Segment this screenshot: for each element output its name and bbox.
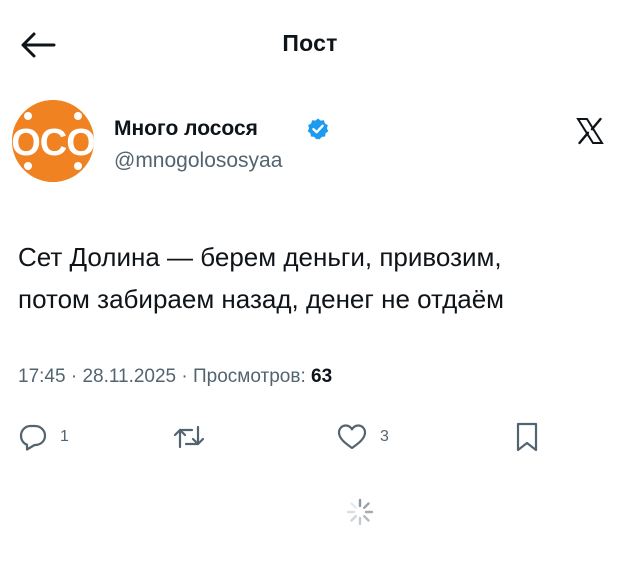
author-handle[interactable]: @mnogolososyaa	[114, 149, 282, 173]
page-title: Пост	[282, 30, 338, 56]
retweet-icon	[173, 425, 205, 449]
bookmark-button[interactable]	[514, 421, 540, 453]
views-label: Просмотров:	[193, 366, 306, 387]
action-bar: 1 3	[0, 418, 620, 458]
meta-separator: ·	[176, 366, 194, 387]
tweet-line: Сет Долина — берем деньги, привозим,	[18, 242, 502, 272]
loading-spinner-icon	[346, 498, 374, 526]
avatar-logo: OCO	[12, 100, 94, 182]
retweet-button[interactable]	[172, 422, 206, 452]
avatar-text: OCO	[12, 122, 94, 164]
heart-icon	[337, 424, 367, 450]
meta-separator: ·	[65, 366, 83, 387]
tweet-text: Сет Долина — берем деньги, привозим, пот…	[18, 236, 618, 320]
x-logo-icon[interactable]	[575, 116, 605, 146]
tweet-line: потом забираем назад, денег не отдаём	[18, 284, 505, 314]
post-page: Пост OCO Много лосося @mnogolososyaa Сет…	[0, 0, 620, 573]
bookmark-icon	[516, 422, 538, 452]
reply-count: 1	[60, 428, 69, 445]
tweet-time[interactable]: 17:45	[18, 366, 66, 387]
views-count[interactable]: 63	[311, 366, 332, 387]
like-button[interactable]: 3	[336, 422, 389, 452]
reply-button[interactable]: 1	[18, 422, 69, 452]
like-count: 3	[380, 428, 389, 445]
avatar[interactable]: OCO	[12, 100, 94, 182]
tweet-date[interactable]: 28.11.2025	[82, 366, 176, 387]
verified-badge-icon	[307, 118, 329, 140]
tweet-meta: 17:45 · 28.11.2025 · Просмотров: 63	[18, 366, 332, 388]
header: Пост	[0, 0, 620, 90]
reply-icon	[19, 424, 47, 451]
author-name[interactable]: Много лосося	[114, 117, 258, 141]
